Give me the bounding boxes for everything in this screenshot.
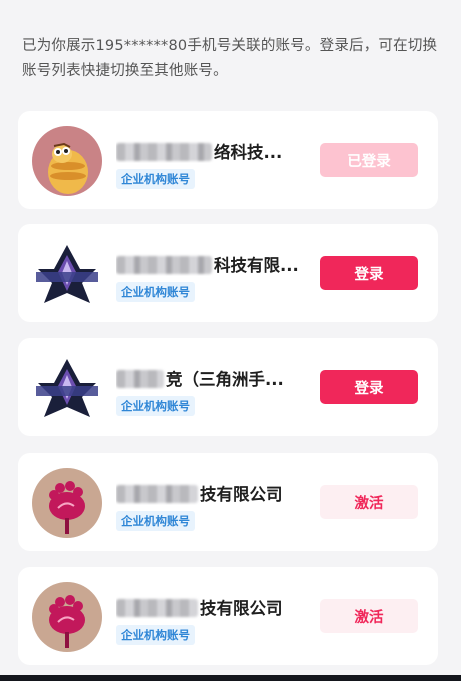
login-button[interactable]: 登录 [320,256,418,290]
account-name-text: 技有限公司 [200,599,283,618]
account-name-text: 络科技... [214,143,283,162]
redacted-text [116,256,212,274]
redacted-text [116,143,212,161]
account-type-badge: 企业机构账号 [116,396,195,416]
account-card[interactable]: 竞（三角洲手... 企业机构账号 登录 [18,338,438,436]
activate-button[interactable]: 激活 [320,599,418,633]
bottom-bar [0,675,461,681]
account-type-badge: 企业机构账号 [116,511,195,531]
redacted-text [116,370,164,388]
account-card[interactable]: 技有限公司 企业机构账号 激活 [18,567,438,665]
account-card[interactable]: 技有限公司 企业机构账号 激活 [18,453,438,551]
star-emblem-avatar [32,239,102,309]
logged-in-button[interactable]: 已登录 [320,143,418,177]
raspberry-logo-avatar [32,468,102,538]
account-type-badge: 企业机构账号 [116,625,195,645]
intro-text: 已为你展示195******80手机号关联的账号。登录后，可在切换账号列表快捷切… [22,38,438,79]
account-type-badge: 企业机构账号 [116,282,195,302]
account-name-text: 技有限公司 [200,485,283,504]
account-name: 竞（三角洲手... [116,366,306,390]
account-type-badge: 企业机构账号 [116,169,195,189]
redacted-text [116,485,198,503]
account-name: 科技有限... [116,252,306,276]
account-name: 技有限公司 [116,595,306,619]
account-name-text: 竞（三角洲手... [166,370,284,389]
star-emblem-avatar [32,353,102,423]
account-name-text: 科技有限... [214,256,299,275]
pancake-mascot-avatar [32,126,102,196]
account-card[interactable]: 科技有限... 企业机构账号 登录 [18,224,438,322]
activate-button[interactable]: 激活 [320,485,418,519]
account-card[interactable]: 络科技... 企业机构账号 已登录 [18,111,438,209]
redacted-text [116,599,198,617]
account-name: 技有限公司 [116,481,306,505]
login-button[interactable]: 登录 [320,370,418,404]
raspberry-logo-avatar [32,582,102,652]
account-name: 络科技... [116,139,306,163]
